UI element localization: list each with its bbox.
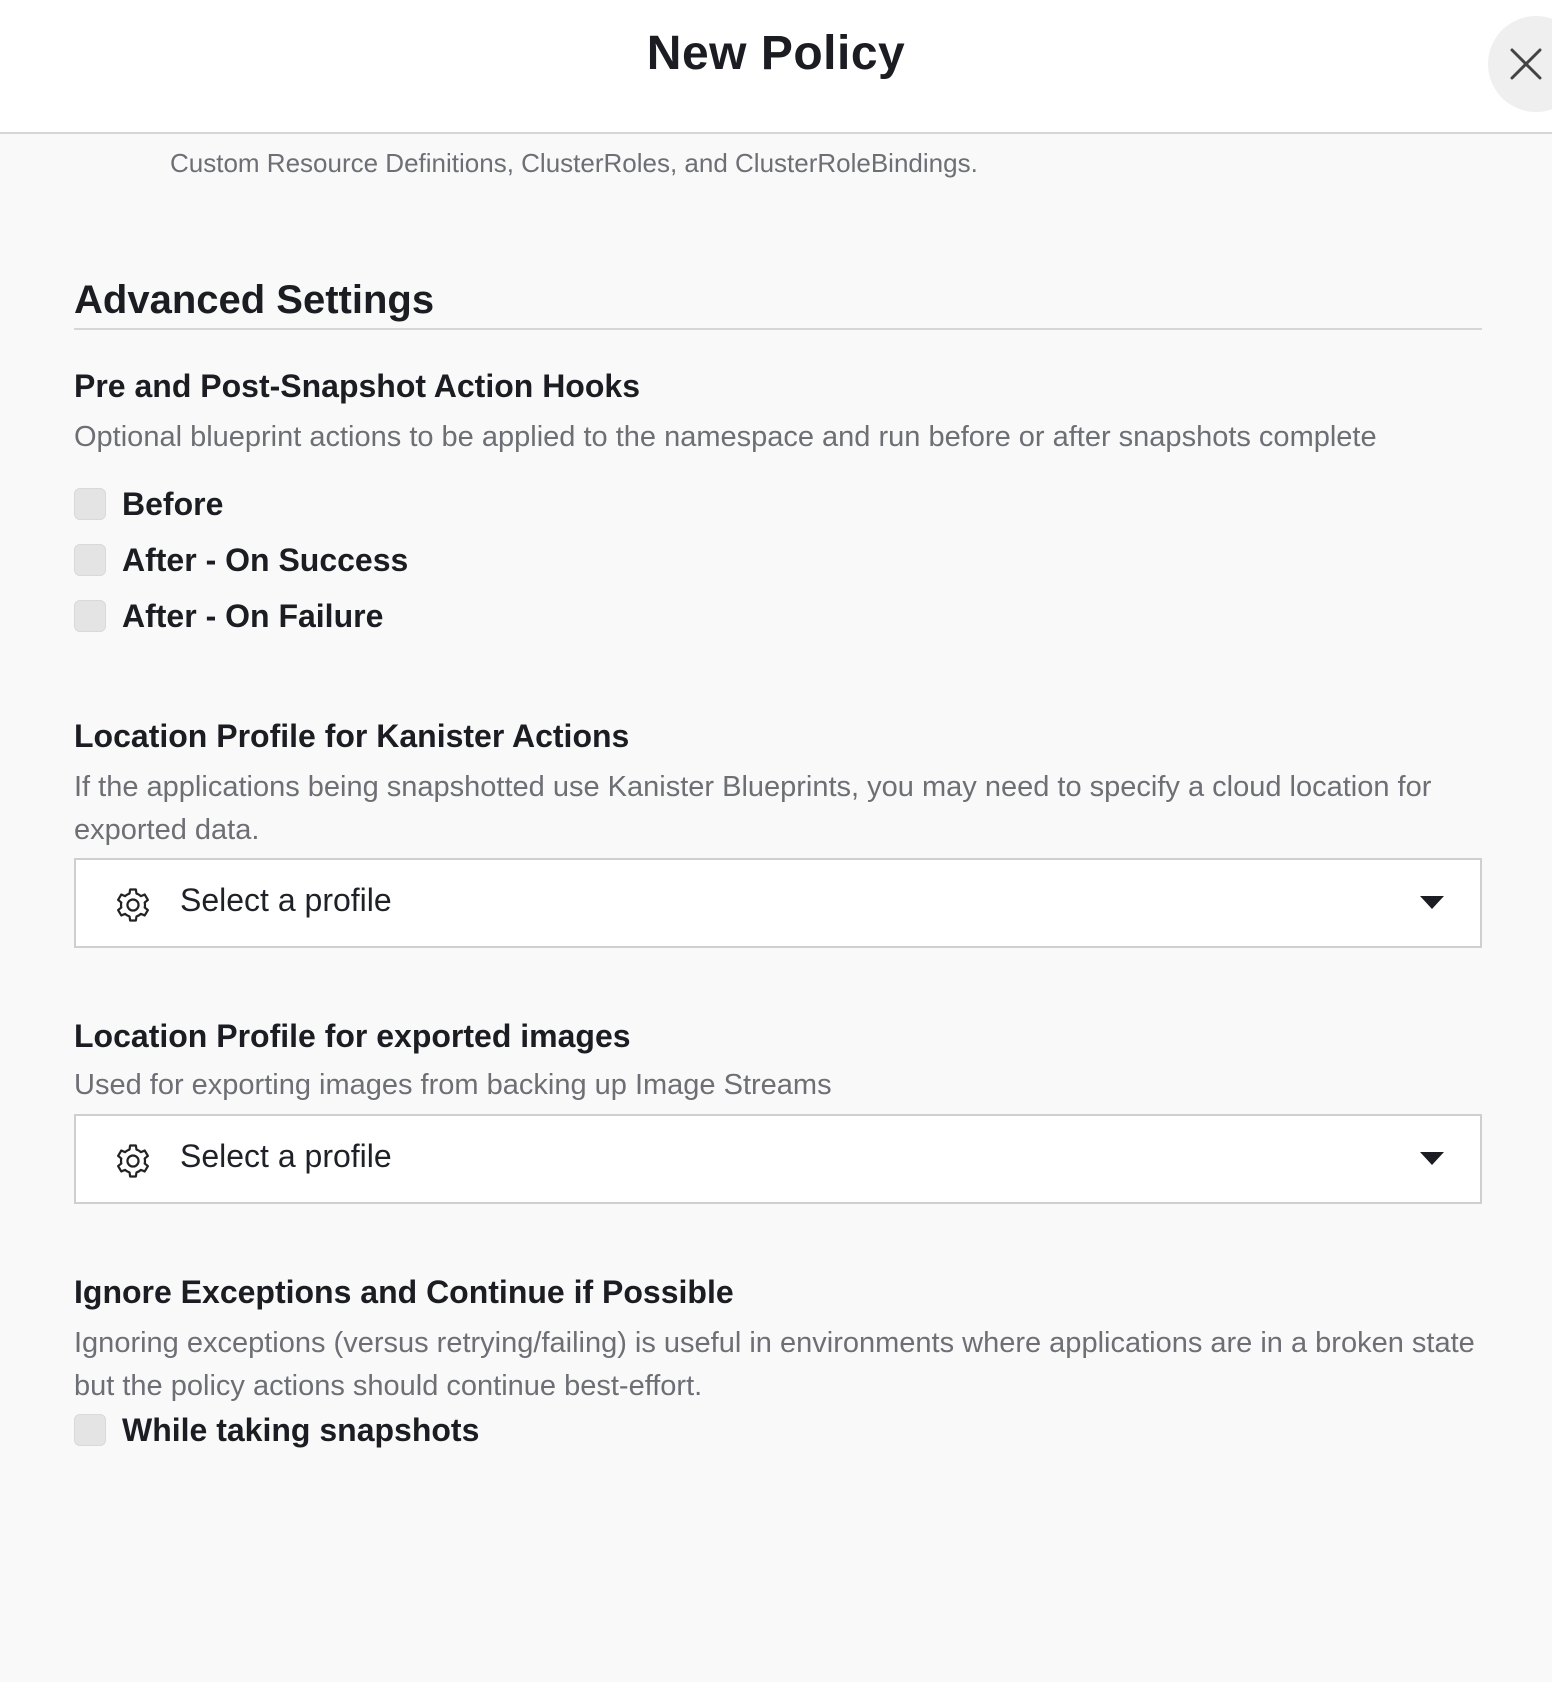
modal-title: New Policy — [646, 27, 906, 80]
while-taking-snapshots-option[interactable]: While taking snapshots — [74, 1410, 479, 1450]
images-profile-description: Used for exporting images from backing u… — [74, 1069, 832, 1101]
hook-before-label: Before — [122, 485, 224, 522]
hook-after-success-option[interactable]: After - On Success — [74, 540, 408, 580]
hook-after-failure-checkbox[interactable] — [74, 600, 106, 632]
hook-after-failure-option[interactable]: After - On Failure — [74, 596, 383, 636]
close-icon — [1510, 48, 1542, 80]
caret-down-icon — [1420, 1152, 1444, 1165]
hook-after-failure-label: After - On Failure — [122, 597, 384, 634]
caret-down-icon — [1420, 896, 1444, 909]
modal-body[interactable]: Custom Resource Definitions, ClusterRole… — [0, 136, 1552, 1682]
modal-header: New Policy — [0, 0, 1552, 134]
images-profile-select[interactable]: Select a profile — [74, 1114, 1482, 1204]
section-divider — [74, 328, 1482, 330]
kanister-profile-select[interactable]: Select a profile — [74, 858, 1482, 948]
kanister-profile-description: If the applications being snapshotted us… — [74, 771, 1432, 846]
while-taking-snapshots-label: While taking snapshots — [122, 1411, 480, 1448]
hook-before-checkbox[interactable] — [74, 488, 106, 520]
while-taking-snapshots-checkbox[interactable] — [74, 1414, 106, 1446]
images-profile-title: Location Profile for exported images — [74, 1018, 631, 1054]
hooks-description: Optional blueprint actions to be applied… — [74, 421, 1377, 453]
hook-after-success-checkbox[interactable] — [74, 544, 106, 576]
exceptions-description: Ignoring exceptions (versus retrying/fai… — [74, 1327, 1475, 1402]
hook-after-success-label: After - On Success — [122, 541, 409, 578]
advanced-settings-title: Advanced Settings — [74, 278, 435, 322]
images-profile-placeholder: Select a profile — [180, 1138, 392, 1174]
kanister-profile-placeholder: Select a profile — [180, 882, 392, 918]
gear-icon — [117, 888, 149, 922]
hooks-title: Pre and Post-Snapshot Action Hooks — [74, 368, 640, 404]
partial-description: Custom Resource Definitions, ClusterRole… — [170, 148, 978, 178]
hook-before-option[interactable]: Before — [74, 484, 223, 524]
gear-icon — [117, 1144, 149, 1178]
kanister-profile-title: Location Profile for Kanister Actions — [74, 718, 630, 754]
exceptions-title: Ignore Exceptions and Continue if Possib… — [74, 1274, 734, 1310]
